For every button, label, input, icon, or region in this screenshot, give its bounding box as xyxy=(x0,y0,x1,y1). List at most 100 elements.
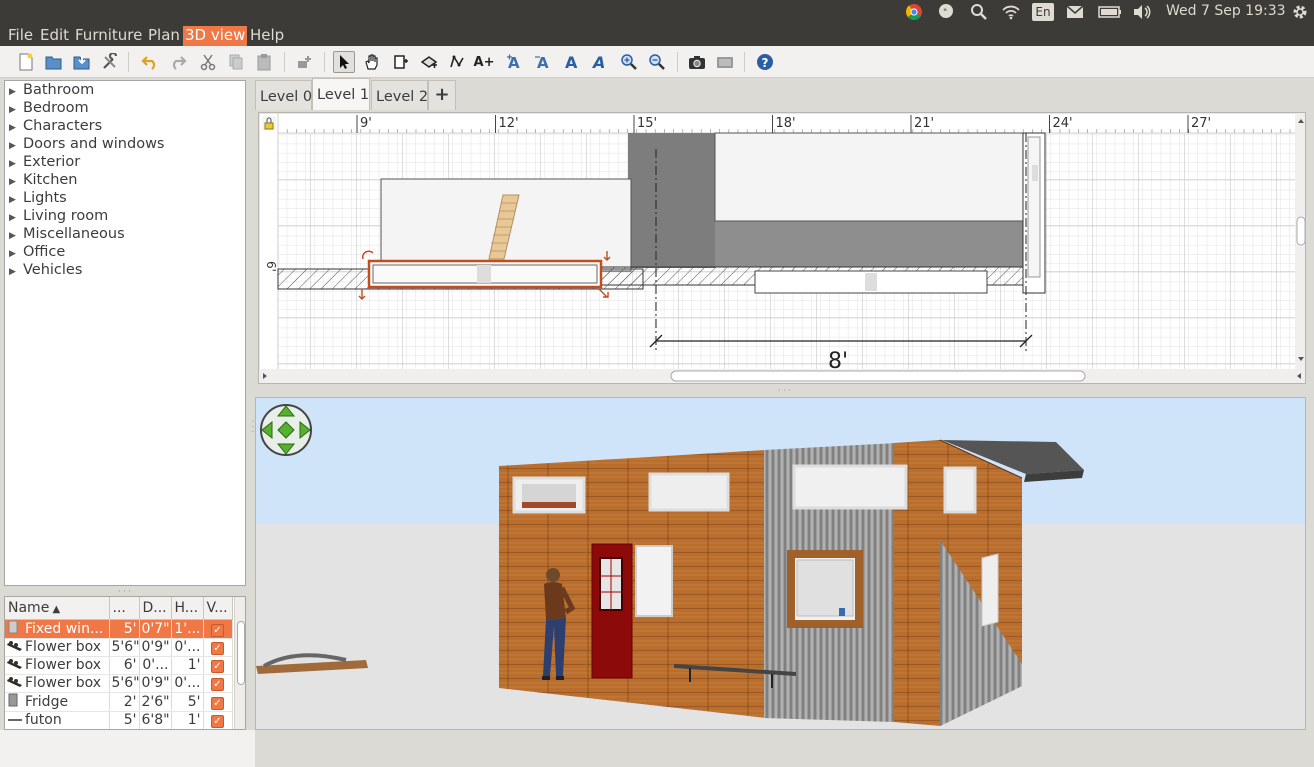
furniture-depth-cell[interactable]: 0'9" xyxy=(139,674,172,693)
menu-edit[interactable]: Edit xyxy=(38,26,71,46)
visible-cell[interactable]: ✓ xyxy=(203,711,233,729)
help-icon[interactable]: ? xyxy=(754,51,776,73)
pan-hand-icon[interactable] xyxy=(361,51,383,73)
scrollbar-thumb[interactable] xyxy=(237,621,245,685)
create-walls-icon[interactable] xyxy=(390,51,412,73)
redo-icon[interactable] xyxy=(167,51,189,73)
menu-furniture[interactable]: Furniture xyxy=(73,26,144,46)
catalog-category[interactable]: ▶ Living room xyxy=(5,207,245,225)
table-row[interactable]: Fridge 2' 2'6" 5' ✓ xyxy=(5,692,233,712)
furniture-depth-cell[interactable]: 6'8" xyxy=(139,711,172,729)
visible-cell[interactable]: ✓ xyxy=(203,674,233,693)
plan-horizontal-scrollbar[interactable] xyxy=(670,370,1086,382)
gear-icon[interactable] xyxy=(1290,3,1310,21)
zoom-in-icon[interactable] xyxy=(618,51,640,73)
plan-view[interactable]: 9' 12' 15' 18' 21' 24' 27' 6' 8' xyxy=(258,112,1306,384)
volume-icon[interactable] xyxy=(1132,3,1152,21)
visible-checkbox[interactable]: ✓ xyxy=(211,678,224,691)
furniture-width-cell[interactable]: 2' xyxy=(109,692,140,712)
wifi-icon[interactable] xyxy=(1001,3,1021,21)
table-row[interactable]: Flower box 5'6" 0'9" 0'... ✓ xyxy=(5,674,233,693)
copy-icon[interactable] xyxy=(225,51,247,73)
add-text-icon[interactable]: A+ xyxy=(473,51,495,73)
furniture-name-cell[interactable]: Flower box xyxy=(5,656,110,675)
column-header[interactable]: ... xyxy=(109,597,140,620)
table-row[interactable]: Flower box 6' 0'... 1' ✓ xyxy=(5,656,233,675)
create-polylines-icon[interactable] xyxy=(446,51,468,73)
select-arrow-icon[interactable] xyxy=(333,51,355,73)
visible-cell[interactable]: ✓ xyxy=(203,692,233,712)
chrome-icon[interactable] xyxy=(904,3,924,21)
catalog-category[interactable]: ▶ Doors and windows xyxy=(5,135,245,153)
table-row[interactable]: Fixed win... 5' 0'7" 1'... ✓ xyxy=(5,619,233,639)
furniture-width-cell[interactable]: 5' xyxy=(109,711,140,729)
italic-icon[interactable]: A xyxy=(588,51,610,73)
column-header[interactable]: V... xyxy=(203,597,233,620)
table-row[interactable]: futon 5' 6'8" 1' ✓ xyxy=(5,711,233,729)
keyboard-icon[interactable]: En xyxy=(1032,3,1054,21)
catalog-category[interactable]: ▶ Office xyxy=(5,243,245,261)
furniture-catalog-tree[interactable]: ▶ Bathroom ▶ Bedroom ▶ Characters ▶ Doors and w… xyxy=(4,80,246,586)
chat-icon[interactable]: " xyxy=(936,3,956,21)
visible-cell[interactable]: ✓ xyxy=(203,656,233,675)
catalog-category[interactable]: ▶ Exterior xyxy=(5,153,245,171)
catalog-category[interactable]: ▶ Vehicles xyxy=(5,261,245,279)
furniture-width-cell[interactable]: 6' xyxy=(109,656,140,675)
furniture-height-cell[interactable]: 0'... xyxy=(171,638,204,657)
catalog-category[interactable]: ▶ Miscellaneous xyxy=(5,225,245,243)
furniture-name-cell[interactable]: Fridge xyxy=(5,692,110,712)
create-video-icon[interactable] xyxy=(714,51,736,73)
furniture-height-cell[interactable]: 1' xyxy=(171,656,204,675)
visible-checkbox[interactable]: ✓ xyxy=(211,660,224,673)
search-icon[interactable] xyxy=(969,3,989,21)
column-header[interactable]: D... xyxy=(139,597,172,620)
mail-icon[interactable] xyxy=(1065,3,1085,21)
furniture-height-cell[interactable]: 5' xyxy=(171,692,204,712)
menu-file[interactable]: File xyxy=(6,26,35,46)
plan-vertical-scrollbar[interactable] xyxy=(1296,216,1305,246)
navigation-arrows-control[interactable] xyxy=(260,404,312,456)
preferences-icon[interactable] xyxy=(99,51,121,73)
open-icon[interactable] xyxy=(43,51,65,73)
furniture-list-scrollbar[interactable] xyxy=(234,597,245,729)
furniture-height-cell[interactable]: 0'... xyxy=(171,674,204,693)
furniture-depth-cell[interactable]: 2'6" xyxy=(139,692,172,712)
furniture-height-cell[interactable]: 1'... xyxy=(171,619,204,639)
catalog-category[interactable]: ▶ Lights xyxy=(5,189,245,207)
3d-view[interactable] xyxy=(255,397,1306,730)
expand-arrow-icon[interactable]: ▶ xyxy=(9,263,23,281)
add-furniture-icon[interactable] xyxy=(293,51,315,73)
furniture-name-cell[interactable]: Flower box xyxy=(5,638,110,657)
furniture-width-cell[interactable]: 5'6" xyxy=(109,674,140,693)
furniture-name-cell[interactable]: Flower box xyxy=(5,674,110,693)
furniture-width-cell[interactable]: 5'6" xyxy=(109,638,140,657)
clock[interactable]: Wed 7 Sep 19:33 xyxy=(1166,3,1286,19)
menu-3d-view[interactable]: 3D view xyxy=(183,26,248,46)
panel-splitter[interactable]: · · · xyxy=(118,587,131,596)
column-header[interactable]: H... xyxy=(171,597,204,620)
furniture-depth-cell[interactable]: 0'7" xyxy=(139,619,172,639)
menu-plan[interactable]: Plan xyxy=(146,26,182,46)
tab-level-1[interactable]: Level 1 xyxy=(312,78,370,110)
bold-icon[interactable]: A xyxy=(560,51,582,73)
undo-icon[interactable] xyxy=(139,51,161,73)
visible-checkbox[interactable]: ✓ xyxy=(211,623,224,637)
battery-icon[interactable] xyxy=(1098,3,1122,21)
furniture-name-cell[interactable]: Fixed win... xyxy=(5,619,110,639)
save-icon[interactable] xyxy=(71,51,93,73)
furniture-height-cell[interactable]: 1' xyxy=(171,711,204,729)
furniture-depth-cell[interactable]: 0'... xyxy=(139,656,172,675)
tab-level-2[interactable]: Level 2 xyxy=(371,80,428,110)
visible-cell[interactable]: ✓ xyxy=(203,619,233,639)
add-level-button[interactable]: + xyxy=(428,80,456,110)
visible-checkbox[interactable]: ✓ xyxy=(211,715,224,728)
create-photo-icon[interactable] xyxy=(686,51,708,73)
furniture-name-cell[interactable]: futon xyxy=(5,711,110,729)
catalog-category[interactable]: ▶ Characters xyxy=(5,117,245,135)
column-header[interactable]: Name ▲ xyxy=(5,597,110,620)
tab-level-0[interactable]: Level 0 xyxy=(255,80,312,110)
furniture-width-cell[interactable]: 5' xyxy=(109,619,140,639)
new-file-icon[interactable] xyxy=(15,51,37,73)
visible-cell[interactable]: ✓ xyxy=(203,638,233,657)
zoom-out-icon[interactable] xyxy=(646,51,668,73)
